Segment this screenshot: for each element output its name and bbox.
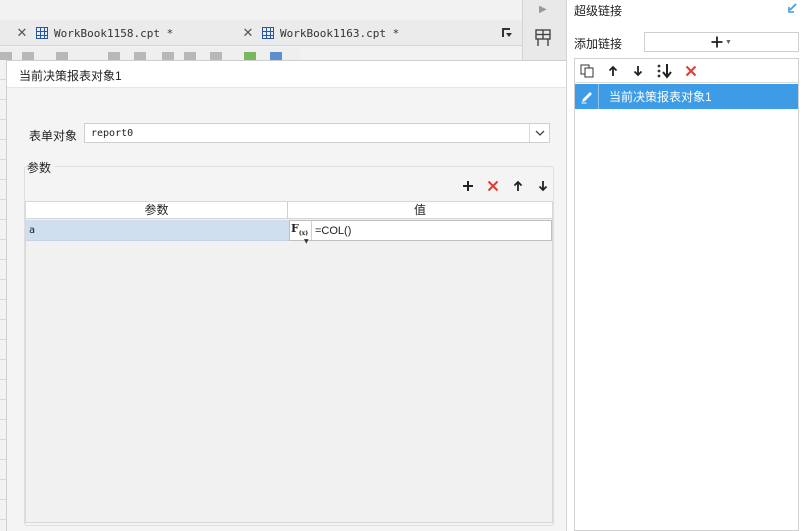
param-name-cell[interactable]: a — [26, 220, 289, 241]
move-down-icon — [633, 66, 643, 77]
sort-icon — [657, 64, 672, 79]
tab-workbook-1158[interactable]: ✕ WorkBook1158.cpt * — [16, 20, 264, 46]
dropdown-arrow-icon: ▼ — [725, 38, 732, 46]
form-object-label: 表单对象 — [29, 129, 78, 143]
list-item[interactable]: 当前决策报表对象1 — [575, 84, 798, 109]
collapse-panel-icon[interactable] — [787, 3, 797, 13]
delete-link-button[interactable] — [682, 62, 700, 80]
param-table: 参数 值 a F(x) ▼ =COL() — [25, 201, 553, 523]
chevron-down-icon[interactable] — [529, 124, 549, 142]
add-link-button[interactable]: ▼ — [644, 32, 799, 52]
formula-icon[interactable]: F(x) ▼ — [290, 221, 312, 245]
copy-link-button[interactable] — [578, 62, 596, 80]
move-param-down-button[interactable] — [534, 177, 552, 195]
link-list: 当前决策报表对象1 — [574, 58, 799, 531]
expand-arrow-icon[interactable]: ▶ — [539, 4, 547, 15]
move-up-icon — [608, 65, 618, 76]
table-row[interactable]: a F(x) ▼ =COL() — [26, 220, 552, 245]
delete-icon — [685, 65, 697, 77]
widget-settings-icon[interactable] — [533, 28, 553, 48]
panel-title: 超级链接 — [574, 4, 623, 18]
close-icon[interactable]: ✕ — [242, 26, 254, 41]
hyperlink-panel: 超级链接 添加链接 ▼ 当前决策报表对象1 — [566, 0, 800, 531]
workbook-icon — [36, 27, 48, 39]
hyperlink-dialog: 当前决策报表对象1 表单对象 report0 参数 参数 值 a F(x) ▼ =… — [6, 60, 567, 531]
tab-label: WorkBook1163.cpt * — [280, 26, 400, 40]
link-item-label: 当前决策报表对象1 — [609, 90, 712, 104]
delete-param-button[interactable] — [484, 177, 502, 195]
dialog-title: 当前决策报表对象1 — [19, 69, 122, 83]
add-param-button[interactable] — [459, 177, 477, 195]
workbook-tab-bar: ✕ WorkBook1158.cpt * ✕ WorkBook1163.cpt … — [0, 20, 522, 46]
param-value-cell[interactable]: F(x) ▼ =COL() — [289, 220, 552, 245]
add-icon — [463, 181, 473, 191]
link-list-toolbar — [575, 59, 798, 83]
copy-icon — [580, 64, 594, 78]
tab-menu-icon[interactable] — [496, 20, 518, 46]
param-value-text[interactable]: =COL() — [312, 225, 351, 237]
form-object-select[interactable]: report0 — [84, 123, 550, 143]
move-link-down-button[interactable] — [629, 62, 647, 80]
column-header-param[interactable]: 参数 — [26, 202, 288, 219]
move-link-up-button[interactable] — [604, 62, 622, 80]
close-icon[interactable]: ✕ — [16, 26, 28, 41]
delete-icon — [487, 180, 499, 192]
move-up-icon — [513, 180, 523, 191]
workbook-icon — [262, 27, 274, 39]
param-group-label: 参数 — [27, 159, 56, 176]
sort-link-button[interactable] — [654, 62, 676, 80]
edit-icon[interactable] — [575, 84, 599, 109]
form-object-value: report0 — [91, 127, 134, 139]
move-down-icon — [538, 181, 548, 192]
add-link-label: 添加链接 — [574, 37, 623, 51]
move-param-up-button[interactable] — [509, 177, 527, 195]
column-header-value[interactable]: 值 — [288, 202, 552, 219]
toolbar-strip — [0, 47, 300, 61]
tab-workbook-1163[interactable]: ✕ WorkBook1163.cpt * — [242, 20, 492, 46]
tab-label: WorkBook1158.cpt * — [54, 26, 174, 40]
add-icon — [711, 36, 723, 48]
param-table-header: 参数 值 — [26, 202, 552, 219]
